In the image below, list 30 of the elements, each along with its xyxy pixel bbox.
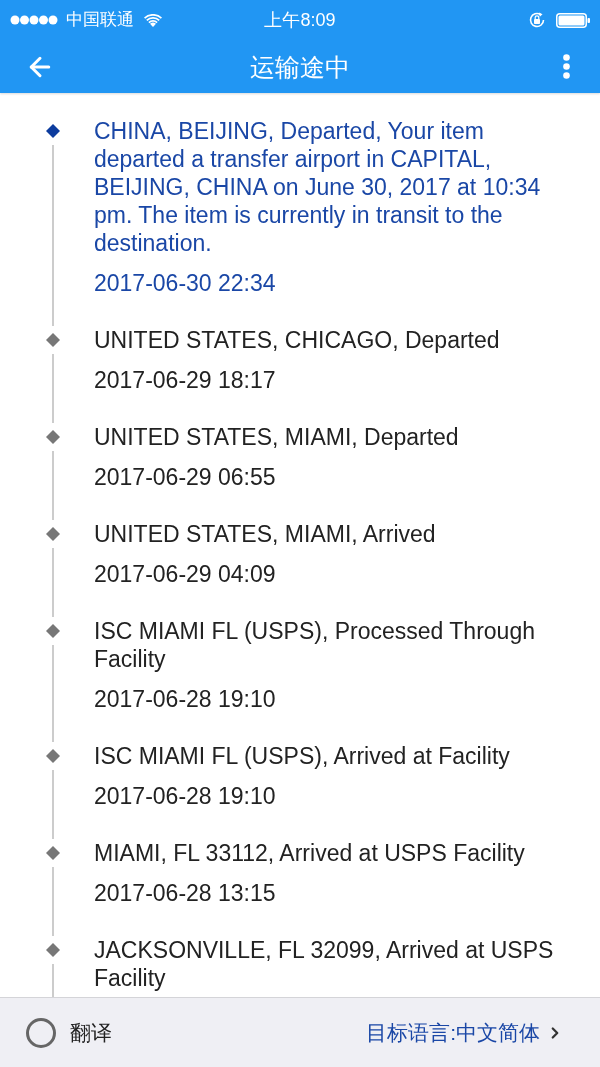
event-description: UNITED STATES, CHICAGO, Departed bbox=[94, 326, 501, 354]
timeline-connector bbox=[52, 548, 54, 617]
page-title: 运输途中 bbox=[250, 51, 350, 82]
signal-strength-icon bbox=[10, 15, 58, 25]
event-time: 2017-06-29 04:09 bbox=[94, 560, 277, 588]
event-time: 2017-06-30 22:34 bbox=[94, 269, 277, 297]
event-description: UNITED STATES, MIAMI, Arrived bbox=[94, 520, 437, 548]
timeline-connector bbox=[52, 867, 54, 936]
timeline-connector bbox=[52, 354, 54, 423]
event-time: 2017-06-28 13:15 bbox=[94, 879, 277, 907]
timeline-connector bbox=[52, 770, 54, 839]
orientation-lock-icon bbox=[528, 11, 546, 29]
target-language-selector[interactable]: 目标语言:中文简体 bbox=[366, 1016, 564, 1049]
event-description: ISC MIAMI FL (USPS), Arrived at Facility bbox=[94, 742, 511, 770]
event-time: 2017-06-28 19:10 bbox=[94, 782, 277, 810]
event-description: UNITED STATES, MIAMI, Departed bbox=[94, 423, 460, 451]
event-description: ISC MIAMI FL (USPS), Processed Through Facility bbox=[94, 617, 536, 673]
timeline-connector bbox=[52, 451, 54, 520]
event-description: JACKSONVILLE, FL 32099, Arrived at USPS Facility bbox=[94, 936, 555, 992]
event-time: 2017-06-29 18:17 bbox=[94, 366, 277, 394]
event-time: 2017-06-28 19:10 bbox=[94, 685, 277, 713]
event-description: CHINA, BEIJING, Departed, Your item departed a transfer airport in CAPITAL, BEIJING, CHINA on June 30, 2017 at 10:34 pm. The item is currently in transit to the destination. bbox=[94, 117, 542, 257]
wifi-icon bbox=[144, 13, 162, 27]
status-time: 上午8:09 bbox=[264, 10, 336, 30]
carrier-name: 中国联通 bbox=[66, 10, 134, 30]
more-vertical-icon bbox=[562, 54, 570, 79]
event-time: 2017-06-29 06:55 bbox=[94, 463, 277, 491]
event-description: MIAMI, FL 33112, Arrived at USPS Facility bbox=[94, 839, 526, 867]
translate-toggle[interactable]: 翻译 bbox=[26, 1016, 112, 1049]
battery-icon bbox=[556, 12, 590, 28]
